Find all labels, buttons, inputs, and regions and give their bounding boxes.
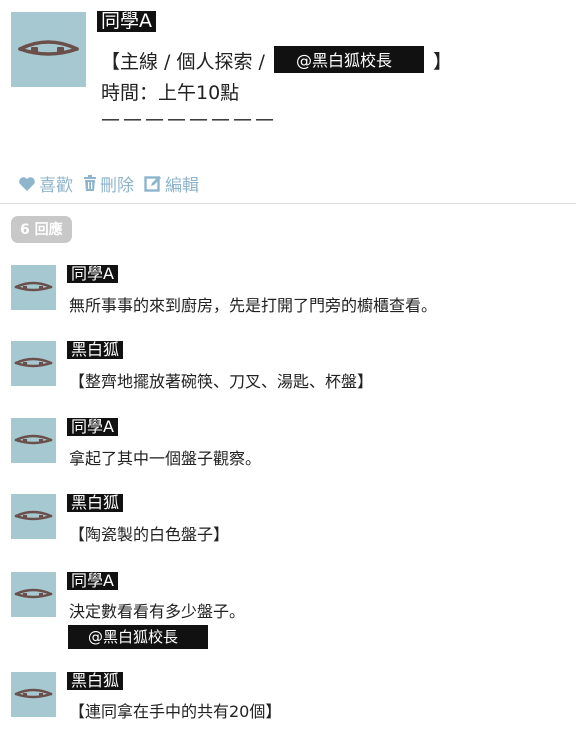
edit-icon [144, 176, 161, 192]
reply-text: 【連同拿在手中的共有20個】 [69, 702, 282, 721]
reply-author[interactable]: 黑白狐 [67, 494, 124, 512]
heart-icon [19, 176, 35, 191]
sleepy-eyes-icon [18, 40, 79, 56]
reply-count-badge: 6 回應 [11, 216, 72, 243]
edit-button[interactable]: 編輯 [144, 171, 199, 196]
reply-text: 【整齊地擺放著碗筷、刀叉、湯匙、杯盤】 [69, 372, 374, 391]
reply-avatar[interactable] [11, 265, 56, 310]
reply-author[interactable]: 同學A [67, 265, 118, 283]
divider [0, 203, 576, 204]
post-actions: 喜歡 刪除 編輯 [18, 171, 199, 196]
post-separator: ———————— [101, 108, 277, 130]
post-avatar[interactable] [11, 12, 86, 87]
post-line1: 【主線 / 個人探索 / @黑白狐校長 】 [101, 46, 452, 74]
like-button[interactable]: 喜歡 [18, 171, 73, 196]
reply-avatar[interactable] [11, 418, 56, 463]
post-line1-suffix: 】 [433, 51, 453, 73]
reply-avatar[interactable] [11, 494, 56, 539]
reply-mention[interactable]: @黑白狐校長 [68, 625, 208, 649]
reply-text: 【陶瓷製的白色盤子】 [69, 525, 230, 544]
post-author[interactable]: 同學A [97, 11, 156, 32]
sleepy-eyes-icon [14, 357, 53, 368]
delete-label: 刪除 [100, 176, 134, 196]
edit-label: 編輯 [165, 176, 199, 196]
like-label: 喜歡 [39, 176, 73, 196]
post-mention[interactable]: @黑白狐校長 [273, 46, 424, 73]
sleepy-eyes-icon [14, 688, 53, 699]
post-time: 時間：上午10點 [101, 82, 240, 104]
sleepy-eyes-icon [14, 588, 53, 599]
post-line1-prefix: 【主線 / 個人探索 / [101, 51, 265, 73]
reply-author[interactable]: 同學A [67, 572, 118, 590]
sleepy-eyes-icon [14, 510, 53, 521]
reply-avatar[interactable] [11, 572, 56, 617]
sleepy-eyes-icon [14, 281, 53, 292]
reply-text: 無所事事的來到廚房，先是打開了門旁的櫥櫃查看。 [69, 296, 438, 315]
reply-avatar[interactable] [11, 672, 56, 717]
reply-author[interactable]: 黑白狐 [67, 341, 124, 359]
reply-avatar[interactable] [11, 341, 56, 386]
reply-text: 決定數看看有多少盤子。 [69, 602, 246, 621]
reply-text: 拿起了其中一個盤子觀察。 [69, 449, 262, 468]
delete-button[interactable]: 刪除 [83, 171, 134, 196]
reply-author[interactable]: 同學A [67, 418, 118, 436]
trash-icon [84, 175, 96, 191]
sleepy-eyes-icon [14, 434, 53, 445]
reply-author[interactable]: 黑白狐 [67, 672, 124, 690]
